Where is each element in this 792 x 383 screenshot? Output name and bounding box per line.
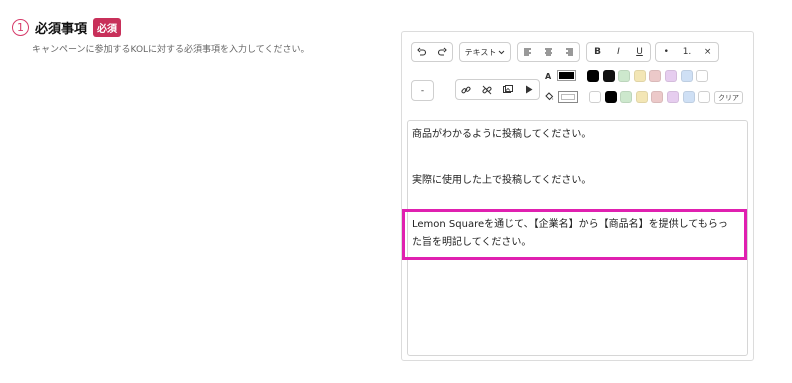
font-color-swatch[interactable] xyxy=(680,70,693,82)
highlight-annotation xyxy=(402,209,747,260)
unlink-icon xyxy=(482,85,492,94)
video-button[interactable] xyxy=(518,80,539,99)
font-color-swatch[interactable] xyxy=(618,70,631,82)
clear-format-button[interactable]: × xyxy=(697,43,718,61)
bold-button[interactable]: B xyxy=(587,43,608,61)
link-button[interactable] xyxy=(456,80,477,99)
align-group xyxy=(517,42,580,62)
bg-color-swatch[interactable] xyxy=(651,91,664,103)
section-title: 必須事項 xyxy=(35,22,88,37)
redo-button[interactable] xyxy=(432,43,452,61)
align-center-button[interactable] xyxy=(538,43,558,61)
section-description: キャンペーンに参加するKOLに対する必須事項を入力してください。 xyxy=(32,45,310,55)
font-color-label: A xyxy=(545,72,552,81)
section-header: 1 必須事項 必須 xyxy=(12,18,122,37)
align-right-button[interactable] xyxy=(559,43,579,61)
undo-icon xyxy=(417,47,427,56)
text-style-label: テキスト xyxy=(464,47,497,57)
play-icon xyxy=(525,85,533,94)
bullet-list-button[interactable]: • xyxy=(656,43,677,61)
bg-color-swatch[interactable] xyxy=(635,91,648,103)
list-group: • 1. × xyxy=(655,42,719,62)
bg-color-swatch[interactable] xyxy=(589,91,601,103)
bg-color-swatch[interactable] xyxy=(604,91,617,103)
font-color-swatch[interactable] xyxy=(665,70,677,82)
clear-colors-button[interactable]: クリア xyxy=(714,91,743,104)
font-color-swatch[interactable] xyxy=(633,70,646,82)
horizontal-rule-button[interactable]: - xyxy=(412,81,433,100)
align-left-button[interactable] xyxy=(518,43,538,61)
numbered-list-button[interactable]: 1. xyxy=(677,43,698,61)
bg-color-preview[interactable] xyxy=(558,91,578,103)
bg-color-swatch[interactable] xyxy=(667,91,679,103)
format-group: B I U xyxy=(586,42,651,62)
required-badge: 必須 xyxy=(93,18,122,37)
image-button[interactable] xyxy=(498,80,519,99)
unlink-button[interactable] xyxy=(477,80,498,99)
bg-color-swatch[interactable] xyxy=(620,91,633,103)
image-icon xyxy=(502,85,513,93)
underline-button[interactable]: U xyxy=(629,43,650,61)
align-right-icon xyxy=(566,48,574,56)
italic-button[interactable]: I xyxy=(608,43,629,61)
paragraph-2: 実際に使用した上で投稿してください。 xyxy=(412,175,592,186)
bg-color-swatch[interactable] xyxy=(698,91,711,103)
chevron-down-icon xyxy=(499,50,505,54)
align-left-icon xyxy=(523,48,531,56)
font-color-swatch[interactable] xyxy=(587,70,599,82)
font-color-swatch[interactable] xyxy=(649,70,662,82)
redo-icon xyxy=(437,47,447,56)
font-color-preview[interactable] xyxy=(557,70,576,81)
paint-bucket-icon xyxy=(545,92,554,101)
undo-button[interactable] xyxy=(412,43,432,61)
history-group xyxy=(411,42,453,62)
step-number: 1 xyxy=(12,19,29,36)
text-style-dropdown[interactable]: テキスト xyxy=(459,42,511,62)
bg-color-swatch[interactable] xyxy=(682,91,695,103)
paragraph-1: 商品がわかるように投稿してください。 xyxy=(412,129,592,140)
font-color-swatch[interactable] xyxy=(696,70,709,82)
media-group xyxy=(455,79,540,100)
align-center-icon xyxy=(544,48,552,56)
font-color-swatch[interactable] xyxy=(602,70,615,82)
hr-group: - xyxy=(411,80,434,101)
link-icon xyxy=(461,86,471,93)
